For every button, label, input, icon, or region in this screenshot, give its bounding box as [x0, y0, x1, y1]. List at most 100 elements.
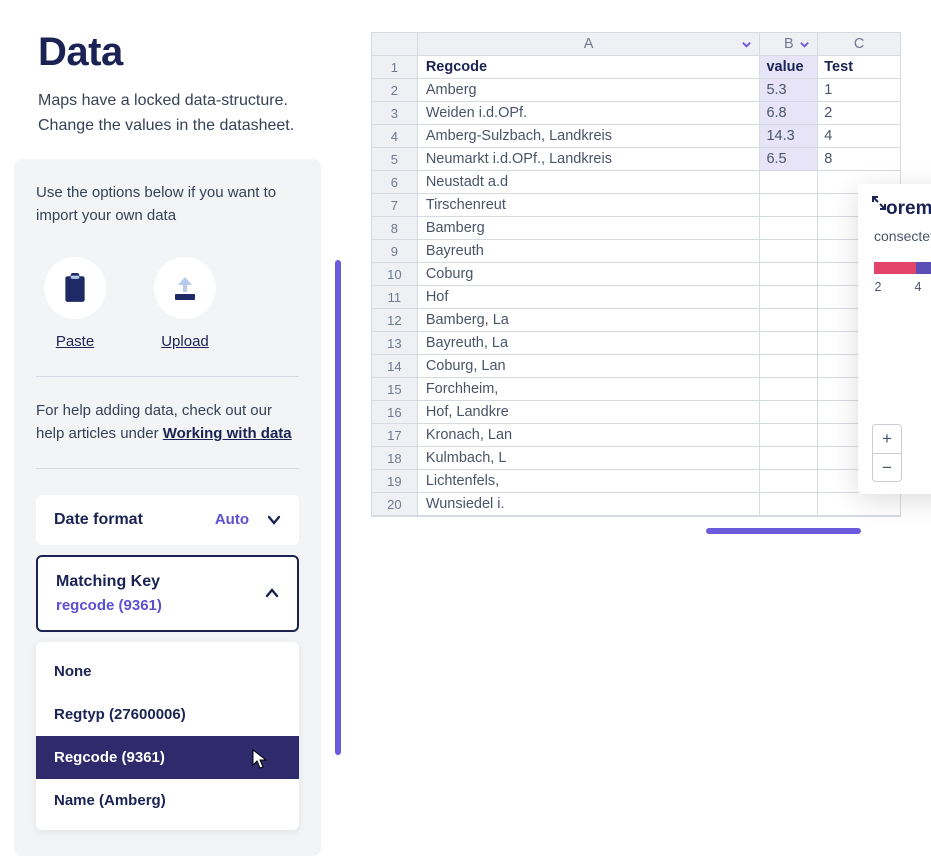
dropdown-option-name[interactable]: Name (Amberg): [36, 779, 299, 822]
table-row[interactable]: 9Bayreuth: [372, 240, 900, 263]
chevron-down-icon[interactable]: [799, 39, 810, 50]
cell[interactable]: 6.8: [760, 102, 818, 124]
table-row[interactable]: 10Coburg: [372, 263, 900, 286]
horizontal-scrollbar[interactable]: [706, 528, 861, 534]
dropdown-option-regcode[interactable]: Regcode (9361): [36, 736, 299, 779]
table-row[interactable]: 2Amberg5.31: [372, 79, 900, 102]
cell[interactable]: [760, 424, 818, 446]
cell[interactable]: [760, 401, 818, 423]
col-header-b[interactable]: B: [760, 33, 818, 55]
map-legend: 2 4 10 20 40: [858, 252, 931, 284]
cell[interactable]: [760, 493, 818, 515]
table-row[interactable]: 7Tirschenreut: [372, 194, 900, 217]
header-cell[interactable]: Test: [818, 56, 900, 78]
cell[interactable]: [760, 240, 818, 262]
table-row[interactable]: 12Bamberg, La: [372, 309, 900, 332]
cell[interactable]: Kulmbach, L: [418, 447, 761, 469]
matching-key-dropdown: None Regtyp (27600006) Regcode (9361) Na…: [36, 642, 299, 830]
cell[interactable]: Hof, Landkre: [418, 401, 761, 423]
cell[interactable]: [760, 263, 818, 285]
cell[interactable]: Kronach, Lan: [418, 424, 761, 446]
zoom-out-button[interactable]: −: [873, 453, 901, 481]
table-row[interactable]: 6Neustadt a.d: [372, 171, 900, 194]
cell[interactable]: [760, 286, 818, 308]
clipboard-icon: [62, 273, 88, 303]
table-row[interactable]: 3Weiden i.d.OPf.6.82: [372, 102, 900, 125]
cell[interactable]: Bamberg: [418, 217, 761, 239]
upload-label[interactable]: Upload: [161, 333, 209, 350]
cell[interactable]: Coburg, Lan: [418, 355, 761, 377]
table-row[interactable]: 13Bayreuth, La: [372, 332, 900, 355]
table-row[interactable]: 19Lichtenfels,: [372, 470, 900, 493]
cell[interactable]: [760, 309, 818, 331]
table-row[interactable]: 15Forchheim,: [372, 378, 900, 401]
table-row[interactable]: 16Hof, Landkre: [372, 401, 900, 424]
cell[interactable]: Hof: [418, 286, 761, 308]
paste-button[interactable]: [44, 257, 106, 319]
cell[interactable]: 2: [818, 102, 900, 124]
table-row[interactable]: 4Amberg-Sulzbach, Landkreis14.34: [372, 125, 900, 148]
help-text: For help adding data, check out our help…: [36, 376, 299, 469]
cell[interactable]: Lichtenfels,: [418, 470, 761, 492]
matching-key-value[interactable]: regcode (9361): [56, 597, 162, 614]
table-row[interactable]: 17Kronach, Lan: [372, 424, 900, 447]
cell[interactable]: Bamberg, La: [418, 309, 761, 331]
cell[interactable]: 1: [818, 79, 900, 101]
cell[interactable]: Wunsiedel i.: [418, 493, 761, 515]
import-panel: Use the options below if you want to imp…: [14, 159, 321, 856]
cell[interactable]: [760, 194, 818, 216]
import-instructions: Use the options below if you want to imp…: [36, 181, 299, 228]
cell[interactable]: Bayreuth: [418, 240, 761, 262]
col-header-a[interactable]: A: [418, 33, 761, 55]
expand-icon[interactable]: [872, 196, 886, 210]
date-format-select[interactable]: Date format Auto: [36, 495, 299, 545]
cell[interactable]: Neustadt a.d: [418, 171, 761, 193]
zoom-control: + −: [872, 424, 902, 482]
cell[interactable]: 5.3: [760, 79, 818, 101]
datasheet[interactable]: A B C 1 Regcode value Test 2Amberg5.313W…: [371, 32, 901, 517]
cell[interactable]: [760, 217, 818, 239]
chevron-up-icon: [265, 586, 279, 600]
cell[interactable]: Neumarkt i.d.OPf., Landkreis: [418, 148, 761, 170]
cell[interactable]: 6.5: [760, 148, 818, 170]
page-title: Data: [38, 30, 311, 75]
header-cell[interactable]: Regcode: [418, 56, 761, 78]
help-link[interactable]: Working with data: [163, 425, 292, 442]
dropdown-option-none[interactable]: None: [36, 650, 299, 693]
cell[interactable]: [818, 493, 900, 515]
cell[interactable]: [760, 355, 818, 377]
header-cell[interactable]: value: [760, 56, 818, 78]
table-row[interactable]: 20Wunsiedel i.: [372, 493, 900, 516]
chevron-down-icon[interactable]: [741, 39, 752, 50]
cell[interactable]: [760, 378, 818, 400]
cell[interactable]: Amberg: [418, 79, 761, 101]
cell[interactable]: [760, 171, 818, 193]
table-row[interactable]: 8Bamberg: [372, 217, 900, 240]
page-desc: Maps have a locked data-structure. Chang…: [38, 89, 311, 139]
cell[interactable]: [760, 447, 818, 469]
cell[interactable]: 14.3: [760, 125, 818, 147]
cell[interactable]: Bayreuth, La: [418, 332, 761, 354]
cell[interactable]: Weiden i.d.OPf.: [418, 102, 761, 124]
table-row[interactable]: 14Coburg, Lan: [372, 355, 900, 378]
date-format-label: Date format: [54, 511, 143, 529]
cell[interactable]: Tirschenreut: [418, 194, 761, 216]
matching-key-label: Matching Key: [56, 573, 162, 591]
cell[interactable]: Forchheim,: [418, 378, 761, 400]
upload-button[interactable]: [154, 257, 216, 319]
matching-key-select[interactable]: Matching Key regcode (9361): [36, 555, 299, 632]
zoom-in-button[interactable]: +: [873, 425, 901, 453]
table-row[interactable]: 18Kulmbach, L: [372, 447, 900, 470]
cell[interactable]: [760, 332, 818, 354]
cell[interactable]: 8: [818, 148, 900, 170]
col-header-c[interactable]: C: [818, 33, 900, 55]
paste-label[interactable]: Paste: [56, 333, 94, 350]
cell[interactable]: Amberg-Sulzbach, Landkreis: [418, 125, 761, 147]
dropdown-option-regtyp[interactable]: Regtyp (27600006): [36, 693, 299, 736]
table-row[interactable]: 11Hof: [372, 286, 900, 309]
cell[interactable]: [760, 470, 818, 492]
table-row[interactable]: 5Neumarkt i.d.OPf., Landkreis6.58: [372, 148, 900, 171]
map-subtitle: consectetur adipiscing elit, sed do eius…: [874, 228, 931, 244]
cell[interactable]: 4: [818, 125, 900, 147]
cell[interactable]: Coburg: [418, 263, 761, 285]
